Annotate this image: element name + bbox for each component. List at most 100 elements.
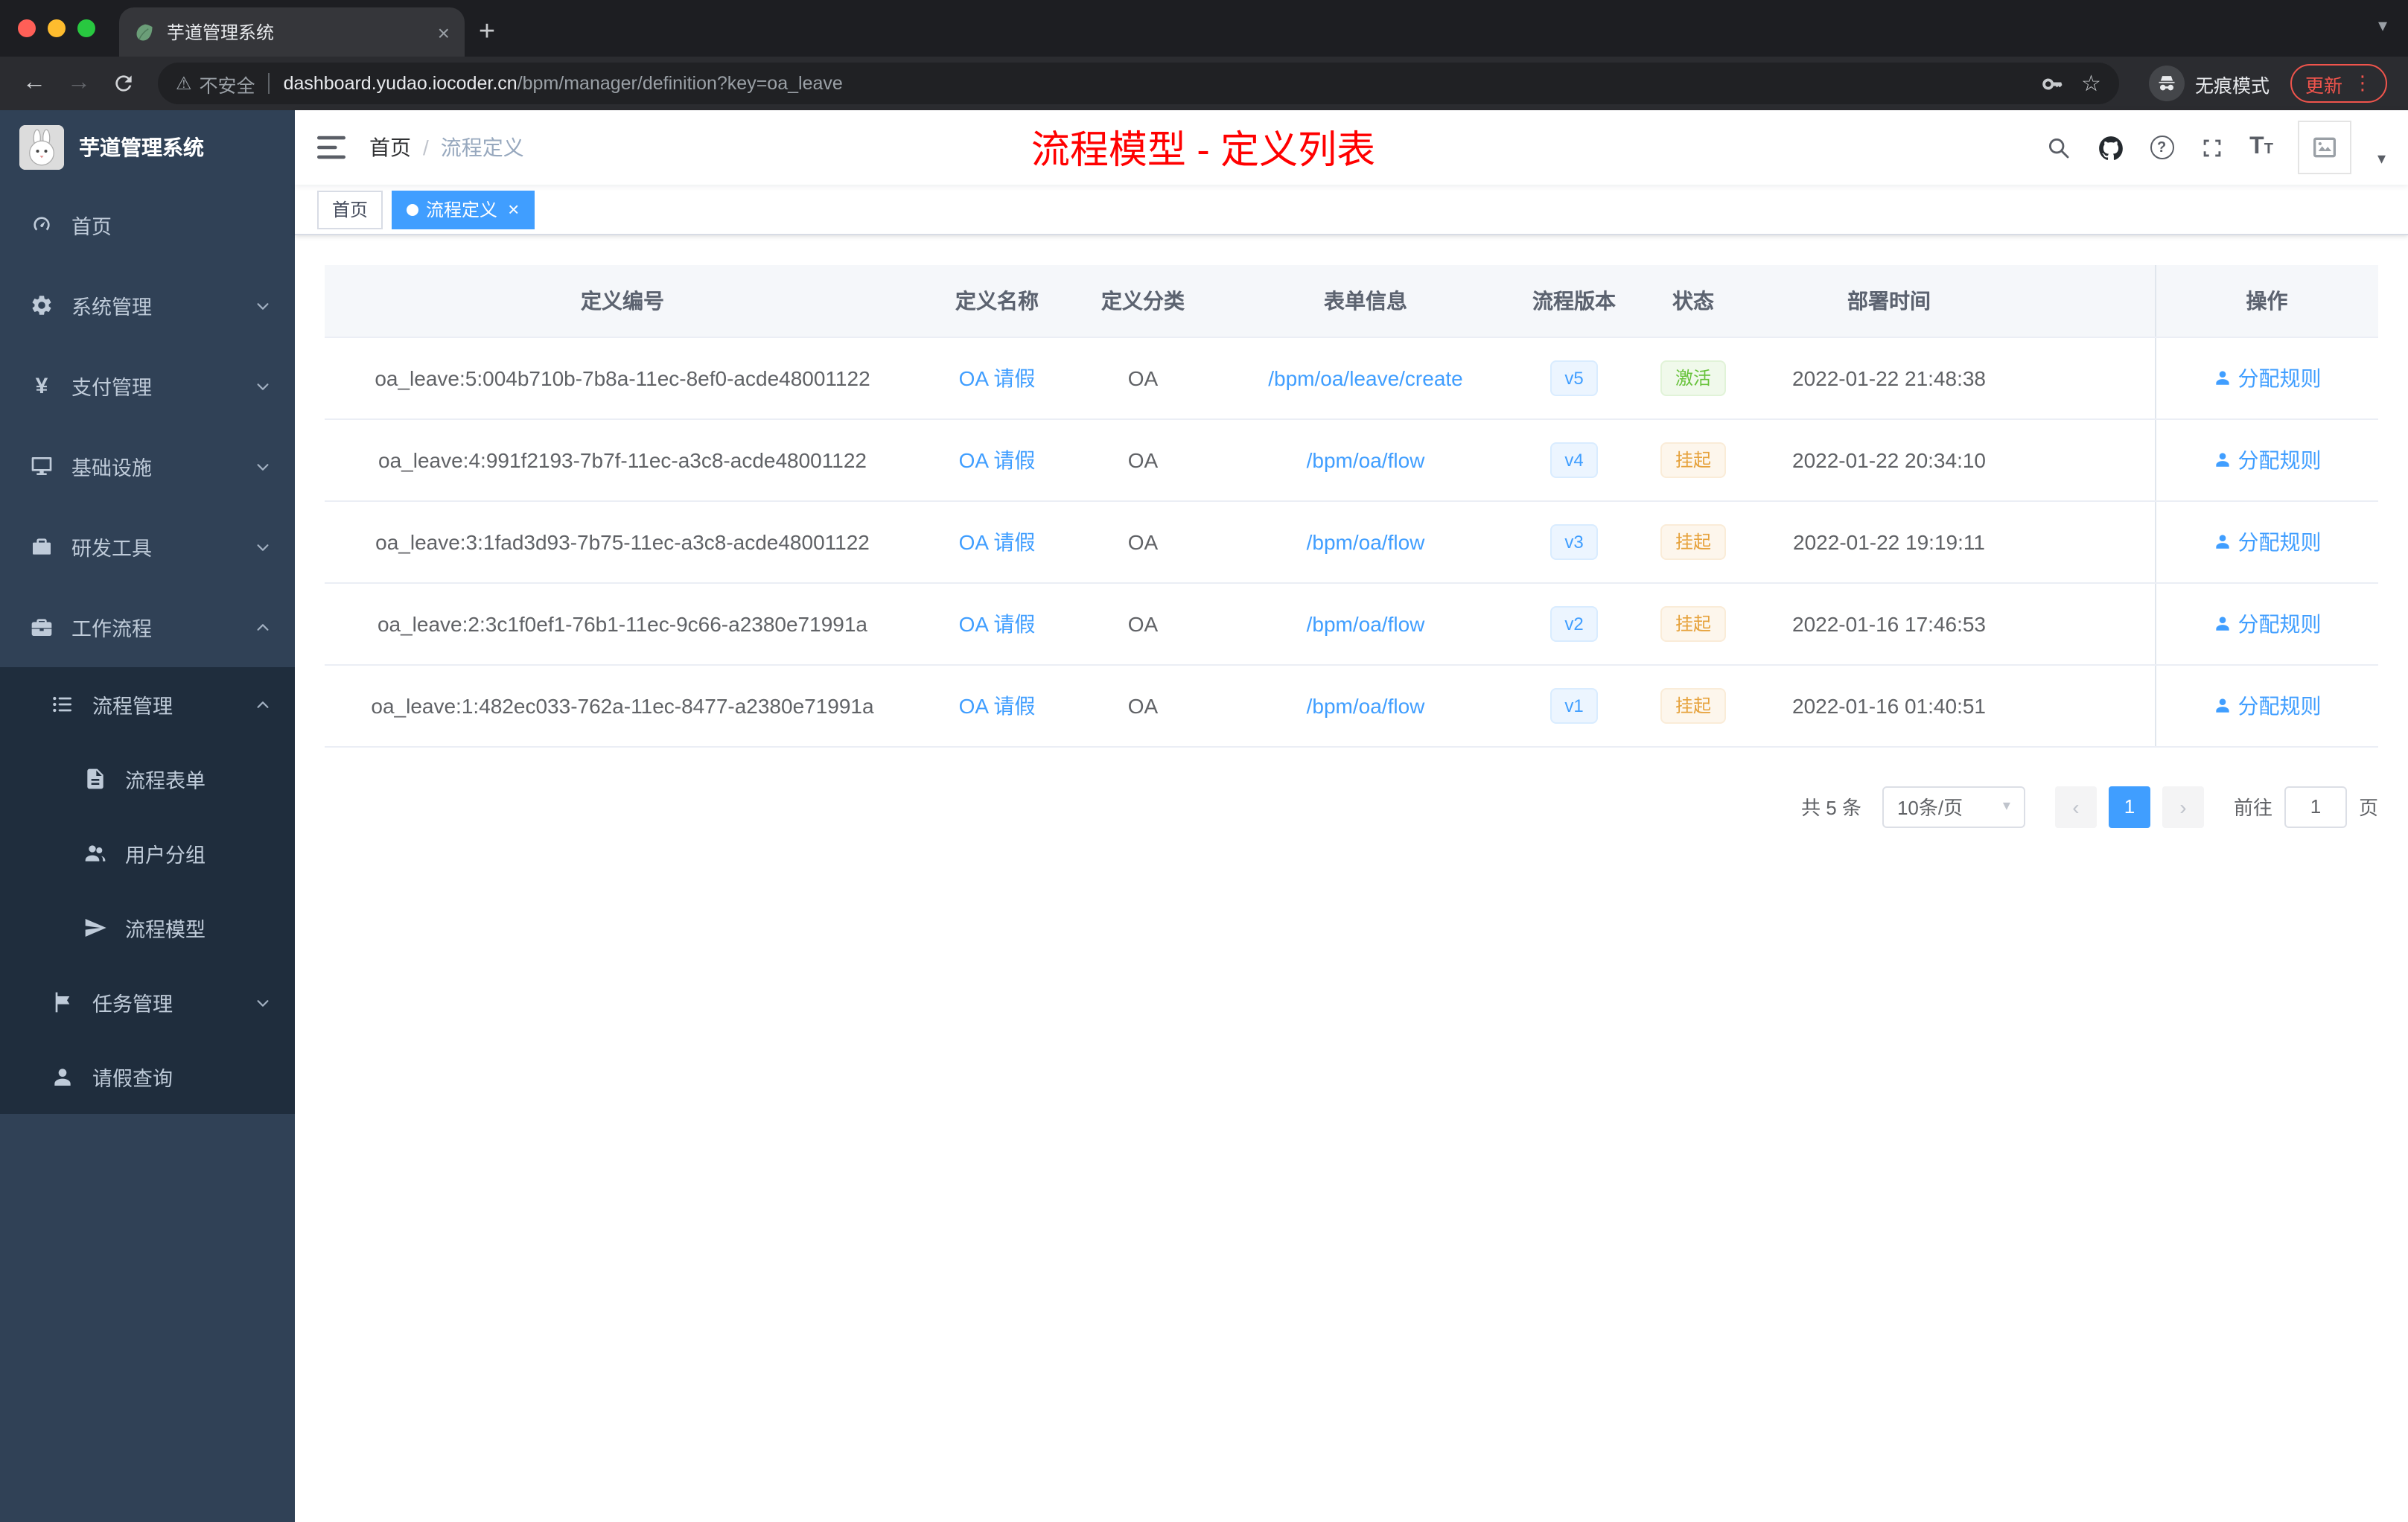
browser-tab[interactable]: 芋道管理系统 × [119, 7, 465, 57]
sidebar-item-system[interactable]: 系统管理 [0, 265, 295, 346]
chevron-up-icon [255, 696, 271, 713]
column-header: 操作 [2154, 265, 2378, 337]
status-tag: 挂起 [1660, 605, 1726, 641]
tab-close-icon[interactable]: × [438, 20, 450, 44]
filler-cell [2021, 337, 2155, 419]
fullscreen-icon[interactable] [2199, 135, 2224, 160]
table-row: oa_leave:4:991f2193-7b7f-11ec-a3c8-acde4… [325, 418, 2378, 501]
page-number-button[interactable]: 1 [2108, 786, 2150, 827]
select-caret-icon: ▾ [2002, 798, 2010, 815]
sidebar-item-infrastructure[interactable]: 基础设施 [0, 426, 295, 506]
form-link[interactable]: /bpm/oa/flow [1307, 693, 1425, 717]
form-link[interactable]: /bpm/oa/flow [1307, 448, 1425, 471]
person-icon [2215, 698, 2229, 713]
window-close-button[interactable] [18, 19, 36, 37]
deploy-time-cell: 2022-01-16 17:46:53 [1757, 582, 2021, 665]
goto-page-input[interactable] [2284, 786, 2347, 827]
sidebar-item-process-manage[interactable]: 流程管理 [0, 667, 295, 742]
browser-toolbar: ← → ⚠ 不安全 dashboard.yudao.iocoder.cn/bpm… [0, 57, 2408, 110]
assign-rule-link[interactable]: 分配规则 [2213, 608, 2322, 638]
page-size-select[interactable]: 10条/页 ▾ [1882, 786, 2025, 827]
status-tag: 挂起 [1660, 523, 1726, 559]
definition-id-cell: oa_leave:1:482ec033-762a-11ec-8477-a2380… [325, 664, 920, 747]
version-tag: v1 [1549, 687, 1599, 723]
chevron-down-icon [255, 378, 271, 394]
paper-plane-icon [83, 916, 107, 940]
sidebar-item-home[interactable]: 首页 [0, 185, 295, 265]
sidebar-toggle-icon[interactable] [317, 136, 345, 159]
definition-name-link[interactable]: OA 请假 [959, 693, 1036, 717]
forward-button[interactable]: → [60, 64, 98, 103]
sidebar-item-user-group[interactable]: 用户分组 [0, 816, 295, 891]
form-link[interactable]: /bpm/oa/flow [1307, 529, 1425, 553]
version-tag: v2 [1549, 605, 1599, 641]
column-header: 定义名称 [920, 265, 1074, 337]
column-header: 定义编号 [325, 265, 920, 337]
tag-home[interactable]: 首页 [317, 190, 383, 229]
reload-button[interactable] [104, 64, 143, 103]
definition-name-link[interactable]: OA 请假 [959, 366, 1036, 389]
bookmark-star-icon[interactable]: ☆ [2081, 72, 2101, 95]
status-tag: 挂起 [1660, 442, 1726, 477]
new-tab-button[interactable]: + [465, 7, 509, 57]
chevron-down-icon [255, 538, 271, 555]
back-button[interactable]: ← [15, 64, 54, 103]
sidebar-menu: 首页 系统管理 ¥ 支付管理 基础设施 研发工具 工作流程 流程管理 流程表单 … [0, 185, 295, 1114]
user-avatar[interactable] [2298, 121, 2352, 174]
assign-rule-link[interactable]: 分配规则 [2213, 445, 2322, 474]
definition-name-link[interactable]: OA 请假 [959, 529, 1036, 553]
process-list-icon [51, 692, 74, 716]
incognito-label: 无痕模式 [2194, 75, 2270, 96]
assign-rule-link[interactable]: 分配规则 [2213, 363, 2322, 392]
version-tag: v3 [1549, 523, 1599, 559]
next-page-button[interactable]: › [2162, 786, 2204, 827]
sidebar-item-task-manage[interactable]: 任务管理 [0, 965, 295, 1039]
column-header: 部署时间 [1757, 265, 2021, 337]
sidebar-item-process-model[interactable]: 流程模型 [0, 891, 295, 965]
tag-close-icon[interactable]: × [508, 200, 519, 219]
address-bar[interactable]: ⚠ 不安全 dashboard.yudao.iocoder.cn/bpm/man… [158, 63, 2119, 104]
assign-rule-link[interactable]: 分配规则 [2213, 690, 2322, 720]
help-icon[interactable]: ? [2150, 136, 2174, 159]
browser-menu-icon[interactable]: ⋮ [2353, 71, 2372, 95]
definition-name-link[interactable]: OA 请假 [959, 448, 1036, 471]
form-link[interactable]: /bpm/oa/leave/create [1268, 366, 1463, 389]
person-icon [2215, 371, 2229, 385]
font-size-icon[interactable]: TT [2249, 135, 2273, 159]
version-tag: v5 [1549, 360, 1599, 395]
sidebar-item-process-form[interactable]: 流程表单 [0, 742, 295, 816]
window-minimize-button[interactable] [48, 19, 66, 37]
sidebar-item-leave-query[interactable]: 请假查询 [0, 1039, 295, 1114]
filler-cell [2021, 500, 2155, 583]
sidebar-item-payment[interactable]: ¥ 支付管理 [0, 346, 295, 426]
gear-icon [30, 293, 54, 317]
goto-unit: 页 [2358, 797, 2378, 819]
chevron-up-icon [255, 619, 271, 635]
update-button[interactable]: 更新 ⋮ [2290, 64, 2387, 103]
url-host: dashboard.yudao.iocoder.cn [283, 73, 517, 94]
chevron-down-icon [255, 994, 271, 1010]
sidebar-item-devtools[interactable]: 研发工具 [0, 506, 295, 587]
breadcrumb-home[interactable]: 首页 [369, 133, 411, 162]
password-key-icon[interactable] [2041, 72, 2063, 95]
github-icon[interactable] [2096, 133, 2124, 162]
tab-search-icon[interactable]: ▾ [2378, 15, 2387, 36]
status-tag: 挂起 [1660, 687, 1726, 723]
sidebar-item-workflow[interactable]: 工作流程 [0, 587, 295, 667]
tag-current[interactable]: 流程定义 × [392, 190, 535, 229]
definition-table: 定义编号 定义名称 定义分类 表单信息 流程版本 状态 部署时间 操作 oa_l… [325, 265, 2378, 747]
table-row: oa_leave:3:1fad3d93-7b75-11ec-a3c8-acde4… [325, 500, 2378, 583]
form-link[interactable]: /bpm/oa/flow [1307, 611, 1425, 635]
security-warning-icon[interactable]: ⚠ [176, 73, 192, 94]
search-icon[interactable] [2045, 135, 2071, 160]
definition-name-link[interactable]: OA 请假 [959, 611, 1036, 635]
category-cell: OA [1074, 418, 1212, 501]
definition-id-cell: oa_leave:4:991f2193-7b7f-11ec-a3c8-acde4… [325, 418, 920, 501]
monitor-icon [30, 454, 54, 478]
avatar-dropdown-icon[interactable]: ▾ [2377, 149, 2386, 168]
prev-page-button[interactable]: ‹ [2054, 786, 2097, 827]
assign-rule-link[interactable]: 分配规则 [2213, 526, 2322, 556]
sidebar: 芋道管理系统 首页 系统管理 ¥ 支付管理 基础设施 研发工具 工作流程 流程管… [0, 110, 295, 1522]
window-zoom-button[interactable] [77, 19, 95, 37]
logo-avatar [19, 125, 64, 170]
